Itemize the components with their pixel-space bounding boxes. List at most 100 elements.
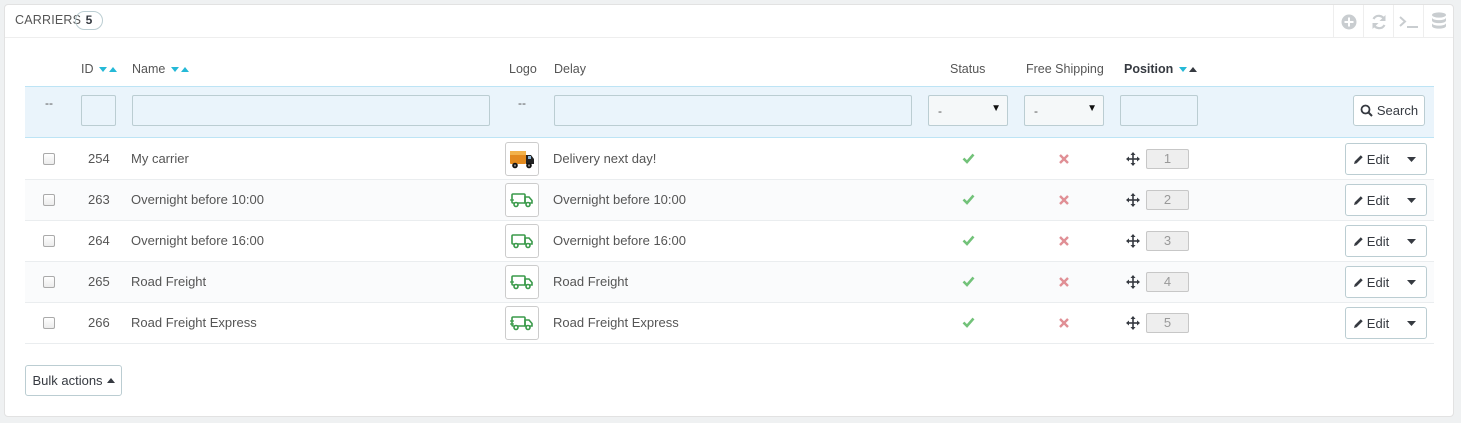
- drag-handle-icon[interactable]: [1126, 316, 1140, 330]
- column-header-free-shipping: Free Shipping: [1026, 62, 1104, 76]
- caret-down-icon: [1406, 238, 1416, 244]
- row-actions: Edit: [1345, 307, 1427, 339]
- sort-arrows-icon[interactable]: [170, 66, 189, 73]
- edit-label: Edit: [1366, 151, 1390, 167]
- filter-row: -- -- - ▼ - ▼ Search: [25, 86, 1434, 138]
- filter-delay-input[interactable]: [554, 95, 912, 126]
- row-checkbox[interactable]: [43, 194, 55, 206]
- edit-button[interactable]: Edit: [1346, 308, 1396, 338]
- edit-button[interactable]: Edit: [1346, 185, 1396, 215]
- cross-icon[interactable]: [1059, 154, 1069, 164]
- cross-icon[interactable]: [1059, 277, 1069, 287]
- edit-label: Edit: [1366, 233, 1390, 249]
- row-checkbox[interactable]: [43, 317, 55, 329]
- carrier-logo: [505, 224, 539, 258]
- row-name: My carrier: [131, 151, 189, 166]
- row-delay: Overnight before 16:00: [553, 233, 686, 248]
- row-checkbox[interactable]: [43, 276, 55, 288]
- panel-title: CARRIERS: [15, 13, 82, 27]
- cross-icon[interactable]: [1059, 318, 1069, 328]
- row-actions-dropdown-toggle[interactable]: [1396, 267, 1426, 297]
- cross-icon[interactable]: [1059, 195, 1069, 205]
- check-icon[interactable]: [962, 317, 975, 328]
- column-header-id[interactable]: ID: [81, 62, 117, 76]
- cross-icon[interactable]: [1059, 236, 1069, 246]
- row-delay: Delivery next day!: [553, 151, 657, 166]
- check-icon[interactable]: [962, 194, 975, 205]
- add-new-button[interactable]: [1333, 5, 1363, 38]
- drag-handle-icon[interactable]: [1126, 152, 1140, 166]
- position-value: 5: [1146, 313, 1189, 333]
- position-value: 2: [1146, 190, 1189, 210]
- pencil-icon: [1353, 195, 1363, 205]
- column-label-id: ID: [81, 62, 94, 76]
- filter-position-input[interactable]: [1120, 95, 1198, 126]
- row-actions-dropdown-toggle[interactable]: [1396, 308, 1426, 338]
- row-actions-dropdown-toggle[interactable]: [1396, 226, 1426, 256]
- row-actions-dropdown-toggle[interactable]: [1396, 185, 1426, 215]
- edit-label: Edit: [1366, 192, 1390, 208]
- row-actions: Edit: [1345, 266, 1427, 298]
- refresh-button[interactable]: [1363, 5, 1393, 38]
- drag-handle-icon[interactable]: [1126, 275, 1140, 289]
- row-actions-dropdown-toggle[interactable]: [1396, 144, 1426, 174]
- check-icon[interactable]: [962, 235, 975, 246]
- sql-query-icon: [1398, 15, 1418, 28]
- carrier-logo: [505, 306, 539, 340]
- filter-free-shipping-select[interactable]: - ▼: [1024, 95, 1104, 126]
- row-id: 254: [88, 151, 110, 166]
- column-label-position: Position: [1124, 62, 1174, 76]
- search-button[interactable]: Search: [1353, 95, 1425, 126]
- position-value: 3: [1146, 231, 1189, 251]
- caret-down-icon: ▼: [991, 103, 1001, 114]
- column-header-position[interactable]: Position: [1124, 62, 1197, 76]
- bulk-actions-button[interactable]: Bulk actions: [25, 365, 122, 396]
- carriers-panel: CARRIERS 5 ID Name Logo Delay Status Fre…: [4, 4, 1454, 417]
- table-header: ID Name Logo Delay Status Free Shipping …: [25, 57, 1433, 87]
- row-name: Road Freight Express: [131, 315, 257, 330]
- search-icon: [1360, 104, 1373, 117]
- green-truck-icon: [510, 316, 533, 331]
- row-checkbox[interactable]: [43, 235, 55, 247]
- column-header-status: Status: [950, 62, 986, 76]
- edit-button[interactable]: Edit: [1346, 267, 1396, 297]
- sort-arrows-icon[interactable]: [98, 66, 117, 73]
- sql-query-button[interactable]: [1393, 5, 1423, 38]
- position-value: 1: [1146, 149, 1189, 169]
- export-button[interactable]: [1423, 5, 1453, 38]
- pencil-icon: [1353, 236, 1363, 246]
- column-header-name[interactable]: Name: [132, 62, 189, 76]
- caret-up-icon: [106, 378, 115, 383]
- row-id: 266: [88, 315, 110, 330]
- check-icon[interactable]: [962, 153, 975, 164]
- filter-name-input[interactable]: [132, 95, 490, 126]
- filter-status-select[interactable]: - ▼: [928, 95, 1008, 126]
- row-name: Road Freight: [131, 274, 207, 289]
- checkbox-filter-placeholder: --: [45, 96, 53, 110]
- table-row: 266 Road Freight Express Road Freight Ex…: [25, 303, 1434, 344]
- drag-handle-icon[interactable]: [1126, 193, 1140, 207]
- check-icon[interactable]: [962, 276, 975, 287]
- table-row: 264 Overnight before 16:00 Overnight bef…: [25, 221, 1434, 262]
- filter-id-input[interactable]: [81, 95, 116, 126]
- search-button-label: Search: [1376, 103, 1419, 118]
- edit-button[interactable]: Edit: [1346, 226, 1396, 256]
- edit-button[interactable]: Edit: [1346, 144, 1396, 174]
- column-header-delay: Delay: [554, 62, 586, 76]
- caret-down-icon: ▼: [1087, 103, 1097, 114]
- row-delay: Road Freight: [553, 274, 629, 289]
- green-truck-icon: [510, 275, 533, 290]
- drag-handle-icon[interactable]: [1126, 234, 1140, 248]
- carrier-logo: [505, 265, 539, 299]
- table-row: 263 Overnight before 10:00 Overnight bef…: [25, 180, 1434, 221]
- caret-down-icon: [1406, 320, 1416, 326]
- row-actions: Edit: [1345, 225, 1427, 257]
- pencil-icon: [1353, 277, 1363, 287]
- sort-arrows-icon[interactable]: [1178, 66, 1197, 73]
- caret-down-icon: [1406, 197, 1416, 203]
- row-checkbox[interactable]: [43, 153, 55, 165]
- panel-header: CARRIERS 5: [5, 5, 1453, 38]
- row-actions: Edit: [1345, 143, 1427, 175]
- row-id: 263: [88, 192, 110, 207]
- table-row: 254 My carrier Delivery next day! 1 Edit: [25, 139, 1434, 180]
